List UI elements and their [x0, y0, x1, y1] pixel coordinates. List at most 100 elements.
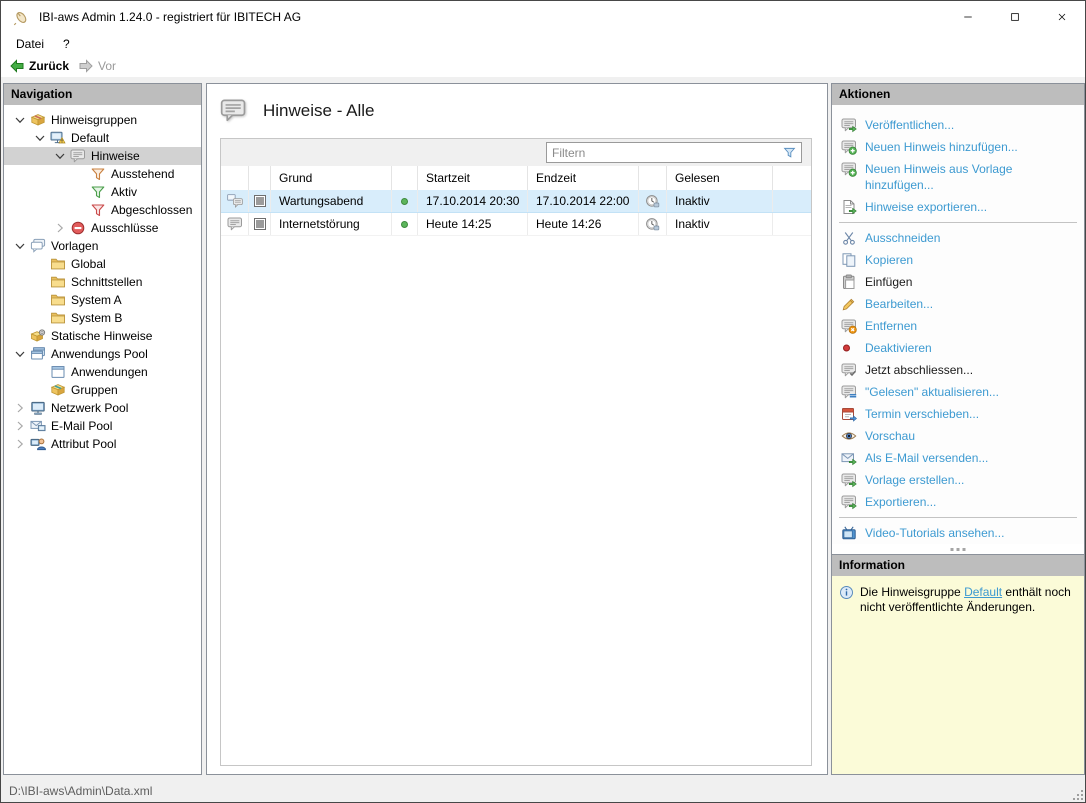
- table-row-internetst-rung[interactable]: InternetstörungHeute 14:25Heute 14:26Ina…: [221, 213, 811, 236]
- action-vorschau[interactable]: Vorschau: [832, 425, 1084, 447]
- action-label: Vorlage erstellen...: [865, 472, 964, 488]
- action-label: Vorschau: [865, 428, 915, 444]
- action-video-tutorials-ansehen[interactable]: Video-Tutorials ansehen...: [832, 522, 1084, 544]
- tree-item-label: System B: [71, 311, 122, 325]
- tree-item-anwendungs-pool[interactable]: Anwendungs Pool: [4, 345, 201, 363]
- tree-item-statische-hinweise[interactable]: Statische Hinweise: [4, 327, 201, 345]
- app-logo-icon: [12, 8, 30, 26]
- column-header-filler: [773, 166, 811, 190]
- maximize-button[interactable]: [991, 1, 1038, 32]
- cell-filler: [773, 190, 811, 212]
- action-vorlage-erstellen[interactable]: Vorlage erstellen...: [832, 469, 1084, 491]
- cell-gelesen: Inaktiv: [667, 190, 773, 212]
- create-template-icon: [841, 472, 857, 488]
- tree-item-system-b[interactable]: System B: [4, 309, 201, 327]
- information-header: Information: [832, 555, 1084, 576]
- chevron-right-icon[interactable]: [52, 220, 68, 236]
- action-hinweise-exportieren[interactable]: Hinweise exportieren...: [832, 196, 1084, 218]
- back-label: Zurück: [29, 59, 69, 73]
- tree-item-attribut-pool[interactable]: Attribut Pool: [4, 435, 201, 453]
- video-icon: [841, 525, 857, 541]
- chevron-down-icon[interactable]: [12, 238, 28, 254]
- tree-item-label: Anwendungen: [71, 365, 148, 379]
- folder-icon: [50, 274, 66, 290]
- main-panel: Hinweise - Alle GrundStartzeitEndzeitGel…: [206, 83, 828, 775]
- action-bearbeiten[interactable]: Bearbeiten...: [832, 293, 1084, 315]
- actions-separator: [839, 517, 1077, 518]
- cell-icon: [392, 213, 418, 235]
- splitter-grip[interactable]: [951, 548, 966, 551]
- maximize-icon: [1009, 11, 1021, 23]
- chevron-down-icon[interactable]: [32, 130, 48, 146]
- close-button[interactable]: [1038, 1, 1085, 32]
- bubble-icon: [70, 148, 86, 164]
- chevron-right-icon[interactable]: [12, 436, 28, 452]
- action-gelesen-aktualisieren[interactable]: "Gelesen" aktualisieren...: [832, 381, 1084, 403]
- action-neuen-hinweis-aus-vorlage-hinzuf-gen[interactable]: Neuen Hinweis aus Vorlage hinzufügen...: [832, 158, 1084, 196]
- chevron-spacer: [72, 166, 88, 182]
- tree-item-system-a[interactable]: System A: [4, 291, 201, 309]
- action-label: Termin verschieben...: [865, 406, 979, 422]
- tree-item-schnittstellen[interactable]: Schnittstellen: [4, 273, 201, 291]
- tree-item-label: Vorlagen: [51, 239, 98, 253]
- action-kopieren[interactable]: Kopieren: [832, 249, 1084, 271]
- tree-item-default[interactable]: Default: [4, 129, 201, 147]
- tree-item-e-mail-pool[interactable]: E-Mail Pool: [4, 417, 201, 435]
- action-als-e-mail-versenden[interactable]: Als E-Mail versenden...: [832, 447, 1084, 469]
- funnel-orange-icon: [90, 166, 106, 182]
- tree-item-abgeschlossen[interactable]: Abgeschlossen: [4, 201, 201, 219]
- clock-icon: [645, 217, 660, 232]
- action-exportieren[interactable]: Exportieren...: [832, 491, 1084, 513]
- minimize-button[interactable]: [944, 1, 991, 32]
- column-header-blank[interactable]: [221, 166, 249, 190]
- filter-icon[interactable]: [782, 145, 797, 160]
- folder-icon: [50, 310, 66, 326]
- tree-item-gruppen[interactable]: Gruppen: [4, 381, 201, 399]
- chevron-right-icon[interactable]: [12, 418, 28, 434]
- tree-item-hinweise[interactable]: Hinweise: [4, 147, 201, 165]
- tree-item-hinweisgruppen[interactable]: Hinweisgruppen: [4, 111, 201, 129]
- action-label: Hinweise exportieren...: [865, 199, 987, 215]
- nav-tree: HinweisgruppenDefaultHinweiseAusstehendA…: [4, 105, 201, 453]
- default-group-link[interactable]: Default: [964, 585, 1002, 599]
- tree-item-ausstehend[interactable]: Ausstehend: [4, 165, 201, 183]
- column-header-startzeit[interactable]: Startzeit: [418, 166, 528, 190]
- column-header-blank[interactable]: [639, 166, 667, 190]
- chevron-down-icon[interactable]: [52, 148, 68, 164]
- tree-item-ausschl-sse[interactable]: Ausschlüsse: [4, 219, 201, 237]
- tree-item-label: Schnittstellen: [71, 275, 142, 289]
- column-header-endzeit[interactable]: Endzeit: [528, 166, 639, 190]
- statusbar: D:\IBI-aws\Admin\Data.xml: [1, 779, 1085, 802]
- action-termin-verschieben[interactable]: Termin verschieben...: [832, 403, 1084, 425]
- filter-input[interactable]: [547, 146, 782, 160]
- action-label: Video-Tutorials ansehen...: [865, 525, 1004, 541]
- tree-item-anwendungen[interactable]: Anwendungen: [4, 363, 201, 381]
- filter-bar: [221, 139, 811, 166]
- tree-item-aktiv[interactable]: Aktiv: [4, 183, 201, 201]
- tree-item-netzwerk-pool[interactable]: Netzwerk Pool: [4, 399, 201, 417]
- action-neuen-hinweis-hinzuf-gen[interactable]: Neuen Hinweis hinzufügen...: [832, 136, 1084, 158]
- column-header-grund[interactable]: Grund: [271, 166, 392, 190]
- network-icon: [30, 400, 46, 416]
- action-einf-gen[interactable]: Einfügen: [832, 271, 1084, 293]
- table-row-wartungsabend[interactable]: Wartungsabend17.10.2014 20:3017.10.2014 …: [221, 190, 811, 213]
- back-button[interactable]: Zurück: [9, 58, 69, 74]
- action-ver-ffentlichen[interactable]: Veröffentlichen...: [832, 114, 1084, 136]
- menu-datei[interactable]: Datei: [16, 37, 44, 51]
- action-jetzt-abschliessen[interactable]: Jetzt abschliessen...: [832, 359, 1084, 381]
- tree-item-label: System A: [71, 293, 122, 307]
- column-header-gelesen[interactable]: Gelesen: [667, 166, 773, 190]
- chevron-down-icon[interactable]: [12, 346, 28, 362]
- action-ausschneiden[interactable]: Ausschneiden: [832, 227, 1084, 249]
- tree-item-global[interactable]: Global: [4, 255, 201, 273]
- column-header-blank[interactable]: [249, 166, 271, 190]
- menu-help[interactable]: ?: [63, 37, 70, 51]
- resize-grip[interactable]: [1071, 788, 1083, 800]
- action-deaktivieren[interactable]: Deaktivieren: [832, 337, 1084, 359]
- chevron-right-icon[interactable]: [12, 400, 28, 416]
- column-header-blank[interactable]: [392, 166, 418, 190]
- tree-item-vorlagen[interactable]: Vorlagen: [4, 237, 201, 255]
- chevron-down-icon[interactable]: [12, 112, 28, 128]
- action-entfernen[interactable]: Entfernen: [832, 315, 1084, 337]
- forward-button[interactable]: Vor: [78, 58, 116, 74]
